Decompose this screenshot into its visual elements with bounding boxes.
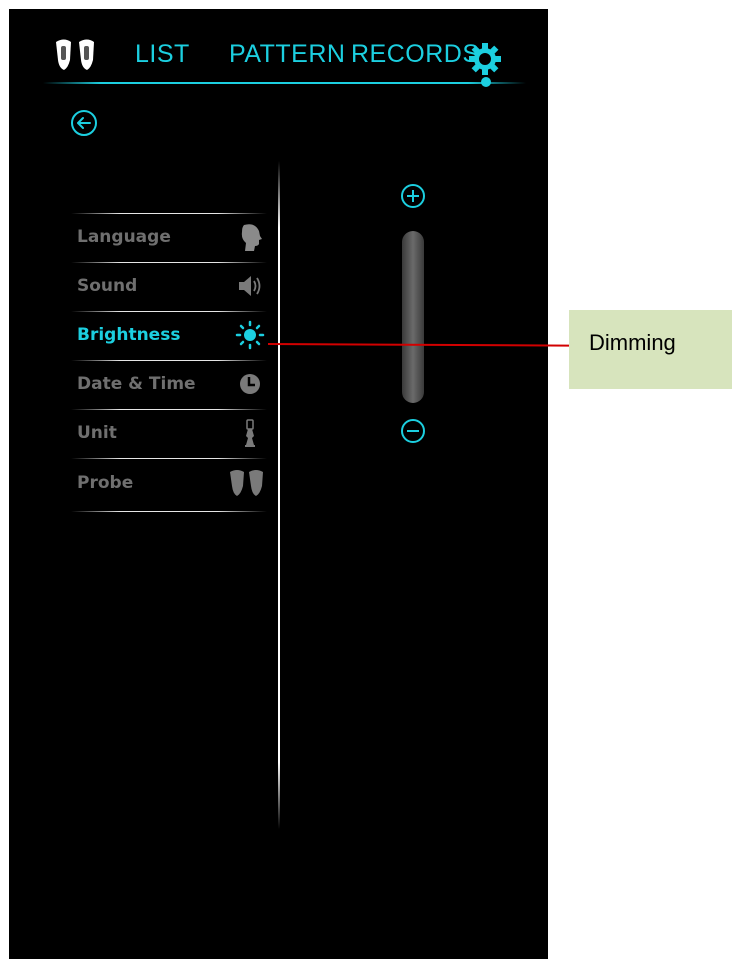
panel-divider [278, 161, 280, 829]
sun-icon [235, 320, 265, 350]
menu-item-sound[interactable]: Sound [71, 263, 267, 311]
menu-item-unit[interactable]: Unit [71, 410, 267, 458]
clock-icon [235, 369, 265, 399]
tab-pattern[interactable]: PATTERN [229, 40, 345, 69]
head-profile-icon [235, 222, 265, 252]
callout-label: Dimming [589, 330, 676, 355]
active-tab-indicator [481, 77, 491, 87]
device-screen: LIST PATTERN RECORDS Language Sound Brig… [9, 9, 548, 959]
callout-box: Dimming [569, 310, 732, 389]
menu-item-label: Unit [77, 423, 117, 443]
nav-underline [43, 82, 526, 84]
menu-divider [71, 511, 267, 512]
brightness-slider[interactable] [402, 231, 424, 403]
menu-divider [71, 458, 267, 459]
back-arrow-icon[interactable] [70, 109, 98, 137]
menu-item-label: Probe [77, 473, 134, 493]
menu-item-probe[interactable]: Probe [71, 460, 267, 508]
minus-icon[interactable] [400, 418, 426, 444]
menu-item-label: Date & Time [77, 374, 196, 394]
probe-pair-icon[interactable] [51, 38, 99, 74]
menu-item-language[interactable]: Language [71, 214, 267, 262]
probe-icon [227, 468, 267, 498]
plus-icon[interactable] [400, 183, 426, 209]
menu-item-brightness[interactable]: Brightness [71, 312, 267, 360]
menu-item-label: Brightness [77, 325, 181, 345]
menu-item-date-time[interactable]: Date & Time [71, 361, 267, 409]
menu-item-label: Language [77, 227, 171, 247]
gear-icon[interactable] [467, 41, 503, 77]
unit-icon [235, 418, 265, 448]
menu-item-label: Sound [77, 276, 138, 296]
tab-list[interactable]: LIST [135, 40, 190, 69]
speaker-icon [235, 271, 265, 301]
tab-records[interactable]: RECORDS [351, 40, 480, 69]
